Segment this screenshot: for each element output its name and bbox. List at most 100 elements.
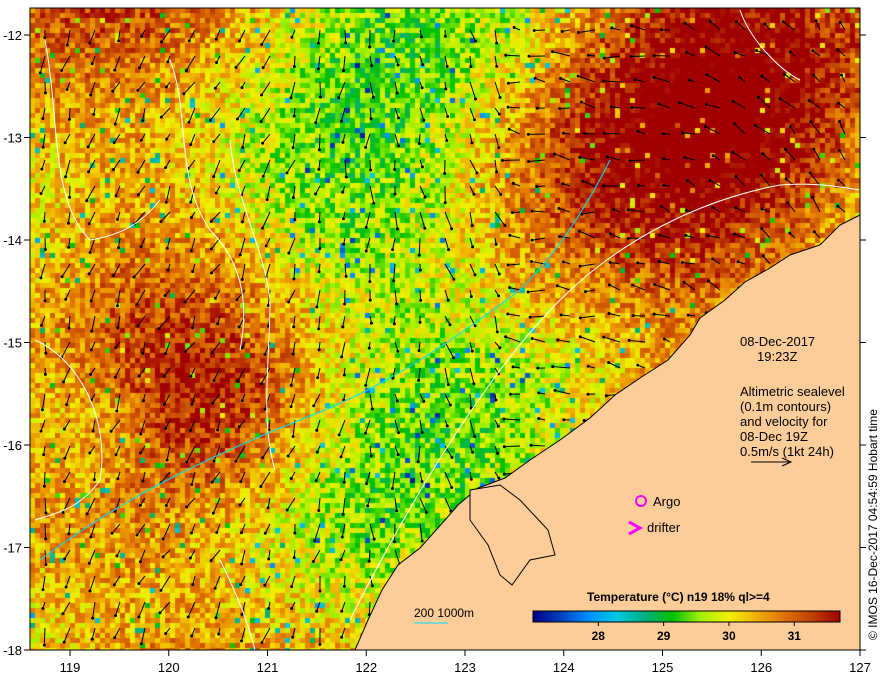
velocity-arrow-head [555, 284, 559, 288]
velocity-arrow-head [419, 298, 423, 302]
velocity-arrow-head [44, 511, 48, 515]
velocity-arrow [630, 159, 646, 162]
velocity-arrow-head [469, 477, 473, 481]
velocity-arrow-head [836, 204, 840, 208]
velocity-arrow [706, 103, 721, 109]
velocity-arrow-head [184, 69, 188, 73]
velocity-arrow-head [212, 378, 216, 382]
velocity-arrow-head [43, 372, 47, 376]
velocity-arrow [394, 81, 398, 94]
velocity-arrow-head [395, 509, 399, 513]
velocity-arrow [394, 107, 400, 119]
velocity-arrow [317, 29, 321, 44]
velocity-arrow [787, 202, 796, 213]
velocity-arrow-head [342, 480, 346, 484]
velocity-arrow [240, 471, 246, 482]
velocity-arrow-head [607, 361, 611, 365]
velocity-arrow [262, 133, 271, 144]
velocity-arrow-head [292, 277, 296, 281]
velocity-arrow [114, 627, 121, 638]
velocity-arrow-head [189, 531, 193, 535]
velocity-arrow-head [38, 71, 42, 75]
velocity-arrow [758, 96, 771, 109]
velocity-arrow [504, 418, 521, 421]
velocity-arrow-head [496, 424, 500, 428]
velocity-arrow [115, 185, 121, 196]
velocity-arrow-head [576, 74, 580, 78]
velocity-arrow-head [214, 616, 218, 620]
depth-legend-label: 200 1000m [414, 606, 474, 620]
velocity-arrow-head [367, 559, 371, 563]
velocity-arrow-head [314, 192, 318, 196]
velocity-arrow [161, 107, 171, 118]
velocity-arrow [709, 20, 721, 31]
velocity-arrow-head [686, 313, 690, 317]
velocity-arrow-head [783, 72, 787, 76]
velocity-arrow-head [733, 122, 737, 126]
velocity-arrow-head [290, 607, 294, 611]
velocity-arrow [44, 497, 47, 513]
velocity-arrow-head [470, 224, 474, 228]
velocity-arrow-head [496, 451, 500, 455]
velocity-arrow-head [446, 383, 450, 387]
velocity-arrow [288, 237, 296, 254]
velocity-arrow-head [65, 87, 69, 91]
velocity-arrow-head [369, 454, 373, 458]
velocity-arrow [87, 133, 96, 148]
velocity-arrow-head [191, 583, 195, 587]
velocity-arrow-head [392, 279, 396, 283]
velocity-arrow-head [339, 119, 343, 123]
velocity-arrow-head [473, 324, 477, 328]
velocity-arrow-head [261, 66, 265, 70]
velocity-arrow-head [136, 324, 140, 328]
velocity-arrow-head [420, 165, 424, 169]
velocity-arrow [136, 523, 146, 536]
velocity-arrow [66, 29, 71, 46]
velocity-arrow [469, 419, 476, 437]
velocity-arrow [810, 121, 821, 135]
lon-tick-label: 124 [553, 660, 575, 675]
velocity-arrow [734, 233, 746, 239]
velocity-arrow-head [662, 183, 666, 187]
velocity-arrow-head [508, 392, 512, 396]
velocity-arrow-head [87, 561, 91, 565]
velocity-arrow-head [778, 97, 782, 101]
velocity-arrow-head [141, 479, 145, 483]
velocity-arrow [117, 315, 121, 328]
velocity-arrow [469, 367, 475, 384]
velocity-arrow-head [43, 36, 47, 40]
velocity-arrow-head [471, 450, 475, 454]
velocity-arrow [419, 185, 426, 198]
velocity-arrow [40, 263, 46, 279]
velocity-arrow-head [685, 178, 689, 182]
velocity-arrow [42, 133, 46, 148]
velocity-arrow-head [612, 207, 616, 211]
velocity-arrow-head [87, 272, 91, 276]
velocity-arrow-head [537, 391, 541, 395]
velocity-arrow-head [88, 589, 92, 593]
velocity-arrow-head [535, 185, 539, 189]
velocity-arrow-head [65, 43, 69, 47]
velocity-arrow [340, 107, 346, 122]
velocity-arrow [509, 287, 521, 291]
velocity-arrow-head [239, 480, 243, 484]
velocity-arrow-head [553, 152, 557, 156]
velocity-arrow-head [561, 260, 565, 264]
velocity-arrow-head [136, 193, 140, 197]
velocity-arrow-head [447, 248, 451, 252]
velocity-arrow-head [163, 293, 167, 297]
velocity-arrow-head [341, 217, 345, 221]
velocity-arrow-head [706, 279, 710, 283]
velocity-arrow-head [85, 199, 89, 203]
velocity-arrow [557, 285, 571, 291]
velocity-arrow [838, 121, 846, 135]
velocity-arrow-head [111, 89, 115, 93]
velocity-arrow [88, 549, 96, 564]
velocity-arrow-head [344, 175, 348, 179]
velocity-arrow [88, 263, 96, 275]
velocity-arrow-head [162, 402, 166, 406]
velocity-arrow-head [470, 141, 474, 145]
velocity-arrow [42, 575, 46, 590]
velocity-arrow [137, 315, 146, 327]
lat-tick-label: -12 [3, 28, 22, 43]
